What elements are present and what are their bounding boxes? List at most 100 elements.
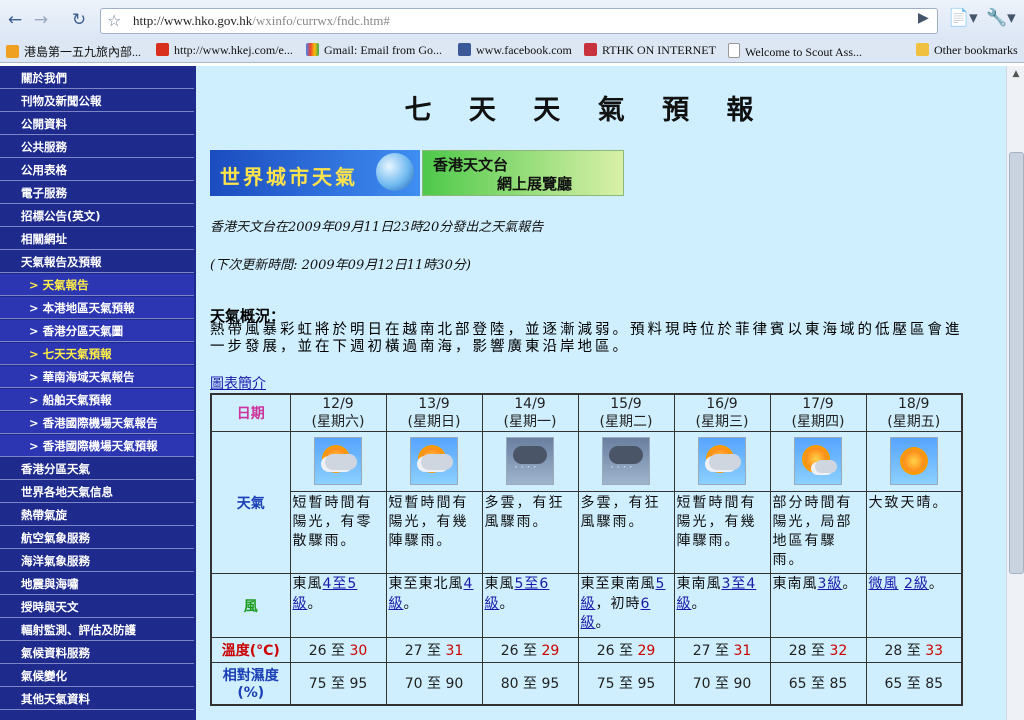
sidebar-item[interactable]: 熱帶氣旋: [0, 504, 194, 526]
sidebar-item[interactable]: 相關網址: [0, 228, 194, 250]
humidity-cell: 65 至 85: [769, 662, 867, 705]
reload-icon[interactable]: ↻: [68, 9, 90, 31]
sidebar-item[interactable]: 氣候資料服務: [0, 642, 194, 664]
weather-text: 短暫時間有陽光，有幾陣驟雨。: [673, 491, 771, 574]
sidebar-item[interactable]: 公共服務: [0, 136, 194, 158]
page-menu-icon[interactable]: 📄▾: [948, 8, 978, 28]
temperature-cell: 27 至 31: [673, 637, 771, 663]
temperature-cell: 26 至 29: [577, 637, 675, 663]
bookmark-star-icon[interactable]: ☆: [107, 11, 121, 30]
weekday-text: (星期四): [791, 414, 845, 430]
forward-arrow-icon[interactable]: →: [30, 9, 52, 31]
min-temp: 26: [500, 643, 519, 659]
sidebar-item[interactable]: 招標公告(英文): [0, 205, 194, 227]
weather-text: 大致天晴。: [865, 491, 963, 574]
sidebar-item[interactable]: 海洋氣象服務: [0, 550, 194, 572]
sidebar-item[interactable]: 地震與海嘯: [0, 573, 194, 595]
back-arrow-icon[interactable]: ←: [4, 9, 26, 31]
hko-exhibition-banner[interactable]: 香港天文台 網上展覽廳: [422, 150, 624, 196]
temperature-cell: 28 至 32: [769, 637, 867, 663]
sidebar-subitem[interactable]: > 本港地區天氣預報: [0, 297, 194, 319]
to-word: 至: [811, 643, 825, 659]
banner-label: 香港天文台: [433, 156, 509, 174]
weather-icon-cell: [385, 431, 483, 492]
sidebar-subitem[interactable]: > 天氣報告: [0, 274, 194, 296]
min-humidity: 75: [308, 676, 327, 693]
url-text: http://www.hko.gov.hk/wxinfo/currwx/fndc…: [133, 13, 390, 29]
min-temp: 26: [308, 643, 327, 659]
to-word: 至: [427, 643, 441, 659]
wind-row: 風 東風4至5級。 東至東北風4級。 東風5至6級。 東至東南風5級，初時6級。…: [210, 573, 963, 638]
sidebar-subitem[interactable]: > 船舶天氣預報: [0, 389, 194, 411]
sidebar-item[interactable]: 授時與天文: [0, 596, 194, 618]
weather-text-row: 短暫時間有陽光，有零散驟雨。 短暫時間有陽光，有幾陣驟雨。 多雲，有狂風驟雨。 …: [211, 491, 963, 574]
wind-text: 東風: [292, 576, 323, 592]
folder-icon: [916, 43, 929, 56]
light-wind-link[interactable]: 微風: [869, 576, 899, 592]
issue-time-text: 香港天文台在2009年09月11日23時20分發出之天氣報告: [210, 220, 544, 235]
scrollbar-thumb[interactable]: [1009, 152, 1024, 574]
sidebar-item[interactable]: 天氣報告及預報: [0, 251, 194, 273]
go-arrow-icon[interactable]: ▶: [918, 10, 929, 26]
date-row: 日期 12/9 (星期六) 13/9 (星期日) 14/9 (星期一) 15/9 (星期…: [210, 393, 963, 432]
banner-label: 網上展覽廳: [497, 175, 573, 193]
max-temp: 29: [541, 643, 560, 659]
world-weather-banner[interactable]: 世界城市天氣: [210, 150, 420, 196]
rthk-icon: [584, 43, 597, 56]
date-cell: 18/9 (星期五): [865, 393, 963, 432]
bookmark-item[interactable]: www.facebook.com: [458, 43, 572, 58]
wind-text: 。: [307, 595, 323, 612]
sidebar-item[interactable]: 電子服務: [0, 182, 194, 204]
sidebar-subitem[interactable]: > 香港分區天氣圖: [0, 320, 194, 342]
chart-intro-link[interactable]: 圖表簡介: [210, 373, 266, 393]
vertical-scrollbar[interactable]: ▲: [1006, 66, 1024, 720]
sidebar-subitem[interactable]: > 華南海域天氣報告: [0, 366, 194, 388]
sidebar-subitem[interactable]: > 香港國際機場天氣報告: [0, 412, 194, 434]
sidebar-item[interactable]: 世界各地天氣信息: [0, 481, 194, 503]
wind-text: 。: [691, 595, 707, 612]
sidebar-item[interactable]: 公用表格: [0, 159, 194, 181]
sidebar-item[interactable]: 香港分區天氣: [0, 458, 194, 480]
wind-text: 。: [928, 576, 944, 592]
date-label: 日期: [210, 393, 291, 432]
folder-icon: [6, 45, 19, 58]
sidebar-item[interactable]: 其他天氣資料: [0, 688, 194, 710]
max-humidity: 85: [829, 676, 848, 693]
wind-force-link[interactable]: 2級: [904, 576, 929, 592]
min-temp: 28: [884, 643, 903, 659]
weather-icon-cell: ′′′′: [481, 431, 579, 492]
bookmark-item[interactable]: 港島第一五九旅內部...: [6, 43, 141, 60]
bookmark-label: RTHK ON INTERNET: [602, 43, 716, 57]
bookmark-item[interactable]: RTHK ON INTERNET: [584, 43, 716, 58]
bookmark-item[interactable]: Gmail: Email from Go...: [306, 43, 442, 58]
next-update-text: (下次更新時間: 2009年09月12日11時30分): [210, 258, 471, 273]
sidebar-item[interactable]: 刊物及新聞公報: [0, 90, 194, 112]
sidebar-item[interactable]: 關於我們: [0, 67, 194, 89]
humidity-cell: 80 至 95: [481, 662, 579, 705]
other-bookmarks[interactable]: Other bookmarks: [916, 43, 1018, 58]
wrench-menu-icon[interactable]: 🔧▾: [986, 8, 1016, 28]
sidebar-item[interactable]: 公開資料: [0, 113, 194, 135]
max-humidity: 90: [445, 676, 464, 693]
sidebar-item[interactable]: 氣候變化: [0, 665, 194, 687]
sidebar-subitem-current[interactable]: > 七天天氣預報: [0, 343, 194, 365]
max-humidity: 95: [349, 676, 368, 693]
weekday-text: (星期六): [311, 414, 365, 430]
sidebar-item[interactable]: 輻射監測、評估及防護: [0, 619, 194, 641]
wind-label: 風: [210, 573, 291, 638]
sidebar-item[interactable]: 航空氣象服務: [0, 527, 194, 549]
to-word: 至: [906, 676, 921, 693]
globe-icon: [376, 153, 414, 191]
sidebar-subitem[interactable]: > 香港國際機場天氣預報: [0, 435, 194, 457]
bookmark-item[interactable]: http://www.hkej.com/e...: [156, 43, 293, 58]
wind-text: 東至東南風: [580, 576, 656, 592]
bookmark-item[interactable]: Welcome to Scout Ass...: [728, 43, 862, 60]
wind-force-link[interactable]: 3級: [818, 576, 843, 592]
scroll-up-arrow-icon[interactable]: ▲: [1007, 66, 1024, 82]
min-temp: 27: [692, 643, 711, 659]
max-humidity: 95: [541, 676, 560, 693]
address-bar[interactable]: ☆ http://www.hko.gov.hk/wxinfo/currwx/fn…: [100, 8, 938, 34]
temperature-cell: 27 至 31: [385, 637, 483, 663]
max-temp: 31: [445, 643, 464, 659]
date-text: 18/9: [898, 396, 930, 412]
